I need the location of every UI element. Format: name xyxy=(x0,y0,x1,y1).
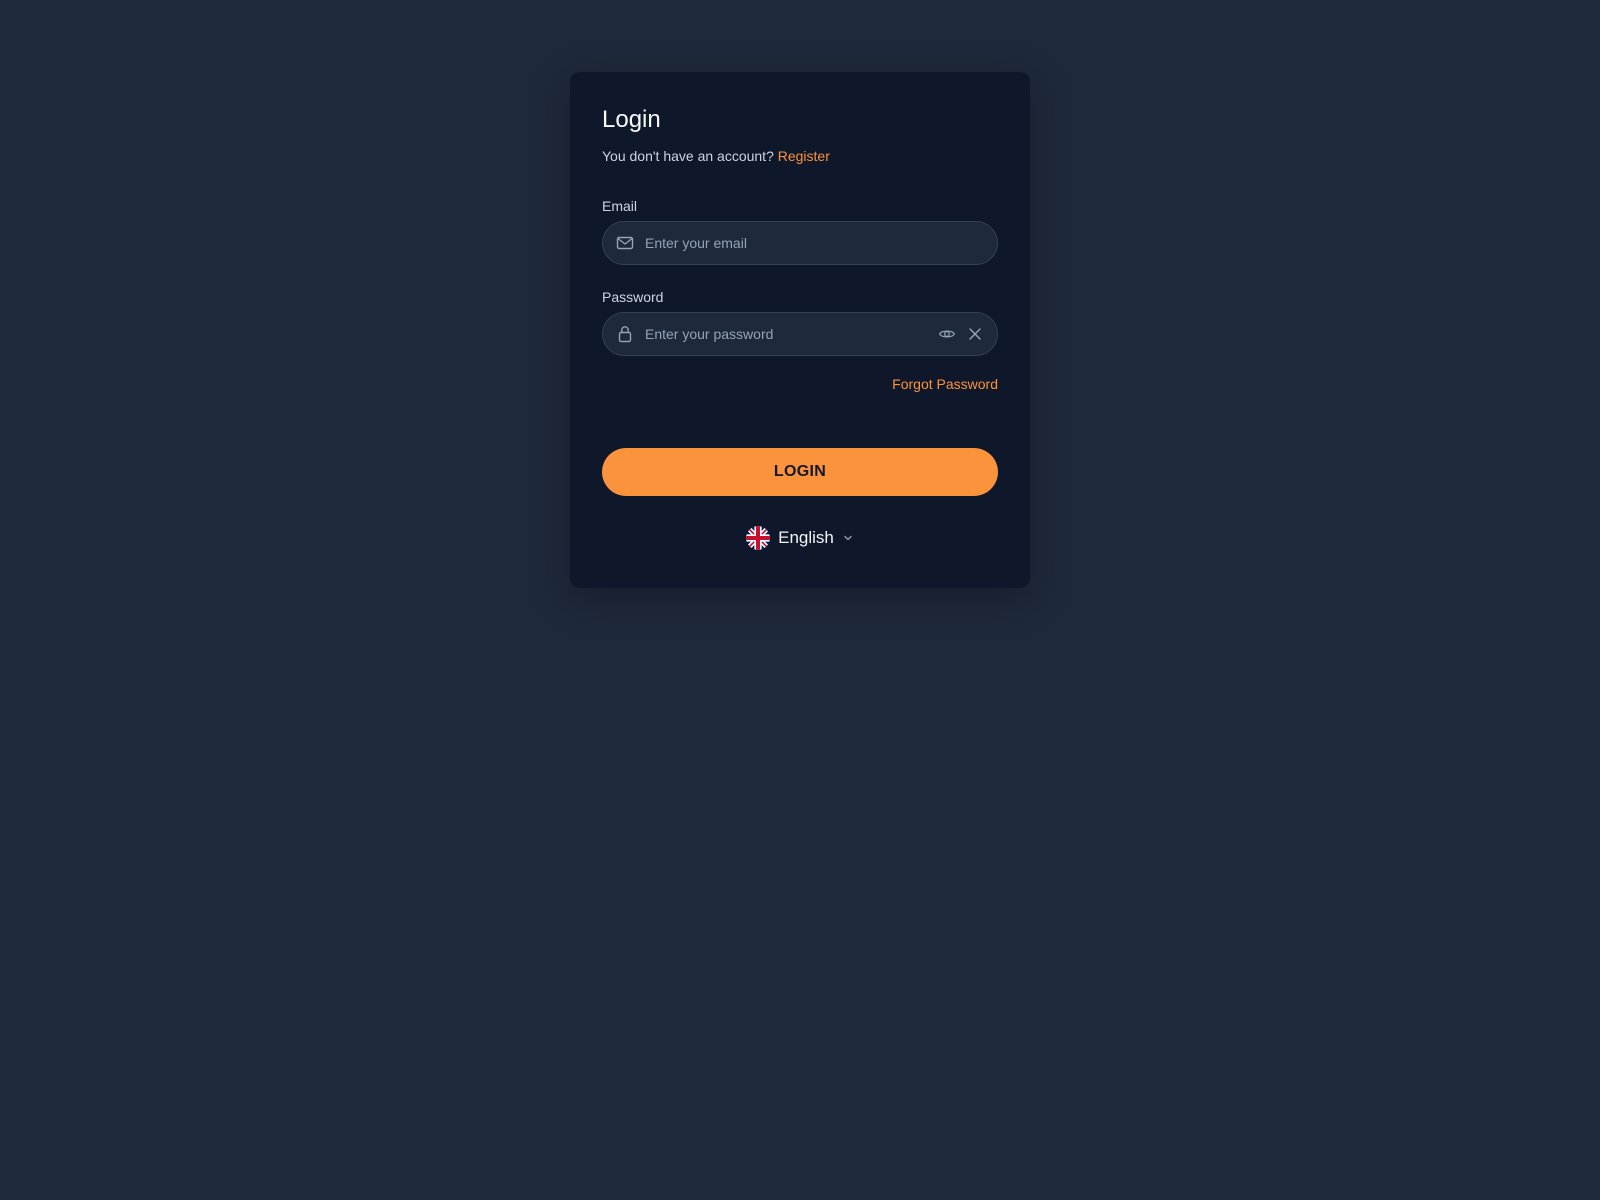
uk-flag-icon xyxy=(746,526,771,550)
lock-icon xyxy=(615,324,635,344)
language-selector[interactable]: English xyxy=(746,526,854,550)
forgot-password-link[interactable]: Forgot Password xyxy=(892,376,998,392)
register-prompt-text: You don't have an account? xyxy=(602,148,774,164)
close-icon[interactable] xyxy=(965,324,985,344)
email-input[interactable] xyxy=(643,222,985,264)
language-label: English xyxy=(778,528,834,547)
login-card: Login You don't have an account? Registe… xyxy=(570,72,1030,588)
eye-icon[interactable] xyxy=(937,324,957,344)
chevron-down-icon xyxy=(842,532,854,544)
password-field-wrapper xyxy=(602,312,998,356)
email-field-wrapper xyxy=(602,221,998,265)
language-row: English xyxy=(602,526,998,550)
mail-icon xyxy=(615,233,635,253)
forgot-password-row: Forgot Password xyxy=(602,374,998,394)
password-label: Password xyxy=(602,289,664,305)
page-title: Login xyxy=(602,106,661,133)
login-button[interactable]: LOGIN xyxy=(602,448,998,496)
email-label: Email xyxy=(602,198,638,214)
register-prompt: You don't have an account? Register xyxy=(602,146,998,166)
register-link[interactable]: Register xyxy=(778,148,830,164)
password-input[interactable] xyxy=(643,313,929,355)
